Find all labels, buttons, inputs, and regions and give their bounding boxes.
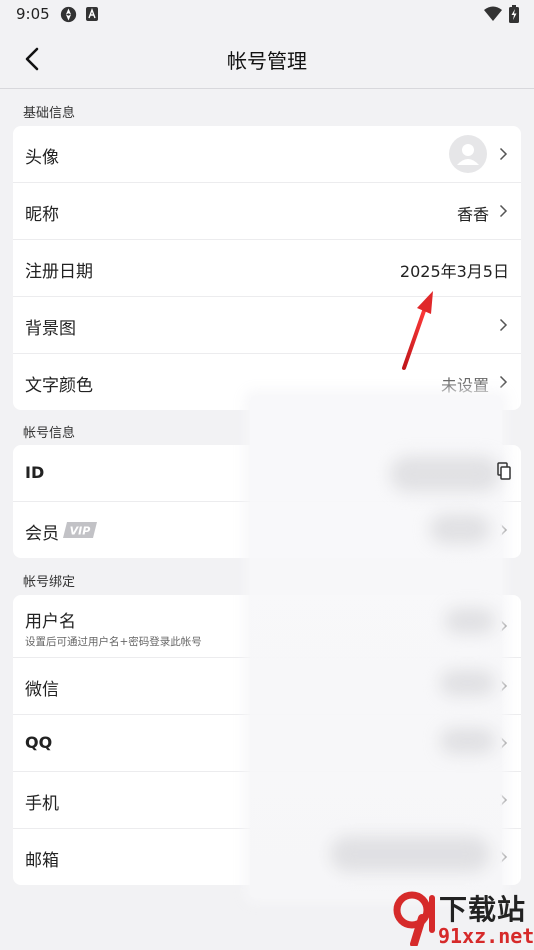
row-label: 微信 <box>25 680 59 700</box>
row-label: 背景图 <box>25 319 76 339</box>
chevron-right-icon <box>499 375 508 389</box>
blur-patch <box>445 608 495 634</box>
section-label-account: 帐号信息 <box>23 426 76 441</box>
watermark-logo-icon <box>393 891 435 946</box>
watermark-top-text: 下载站 <box>439 893 527 926</box>
blur-patch <box>440 670 495 696</box>
row-label: 用户名 <box>25 612 76 632</box>
username-hint: 设置后可通过用户名+密码登录此帐号 <box>25 636 202 648</box>
row-label: QQ <box>25 733 53 752</box>
row-label: 会员 VIP <box>25 519 97 544</box>
annotation-arrow-icon <box>402 291 433 370</box>
blur-patch <box>440 728 495 754</box>
avatar[interactable] <box>449 135 487 173</box>
row-label: 文字颜色 <box>25 376 93 396</box>
membership-label: 会员 <box>25 524 59 544</box>
status-bar: 9:05 <box>0 0 534 30</box>
battery-charging-icon <box>509 5 519 23</box>
row-label: 头像 <box>25 148 59 168</box>
blur-patch <box>330 836 490 872</box>
a-letter-icon <box>86 7 98 21</box>
blur-patch <box>430 514 490 544</box>
row-label: 邮箱 <box>25 851 59 871</box>
row-avatar[interactable]: 头像 <box>13 126 521 183</box>
nav-bar: 帐号管理 <box>0 30 534 89</box>
chevron-right-icon <box>499 318 508 332</box>
chevron-right-icon <box>499 147 508 161</box>
row-nickname[interactable]: 昵称 香香 <box>13 183 521 240</box>
chevron-right-icon <box>499 204 508 218</box>
nickname-value: 香香 <box>456 205 489 224</box>
watermark-bottom-text: 91xz.net <box>438 924 534 948</box>
row-label: 注册日期 <box>25 262 93 282</box>
row-label: 手机 <box>25 794 59 814</box>
register-date-value: 2025年3月5日 <box>399 262 509 281</box>
status-time: 9:05 <box>16 5 50 23</box>
copy-icon[interactable] <box>497 462 511 480</box>
vip-badge-icon: VIP <box>63 522 97 538</box>
section-label-binding: 帐号绑定 <box>23 575 76 590</box>
vip-badge-text: VIP <box>70 525 91 538</box>
user-silhouette-icon <box>457 144 479 165</box>
wifi-icon <box>484 6 502 21</box>
navigation-app-icon <box>60 6 77 23</box>
page-title: 帐号管理 <box>227 49 307 73</box>
row-label: 昵称 <box>25 205 59 225</box>
privacy-blur-overlay <box>250 396 502 898</box>
site-watermark: 下载站 91xz.net <box>392 888 534 948</box>
section-label-basic: 基础信息 <box>23 106 76 121</box>
blur-patch <box>390 456 500 492</box>
text-color-value: 未设置 <box>440 376 489 395</box>
row-label: ID <box>25 463 45 482</box>
